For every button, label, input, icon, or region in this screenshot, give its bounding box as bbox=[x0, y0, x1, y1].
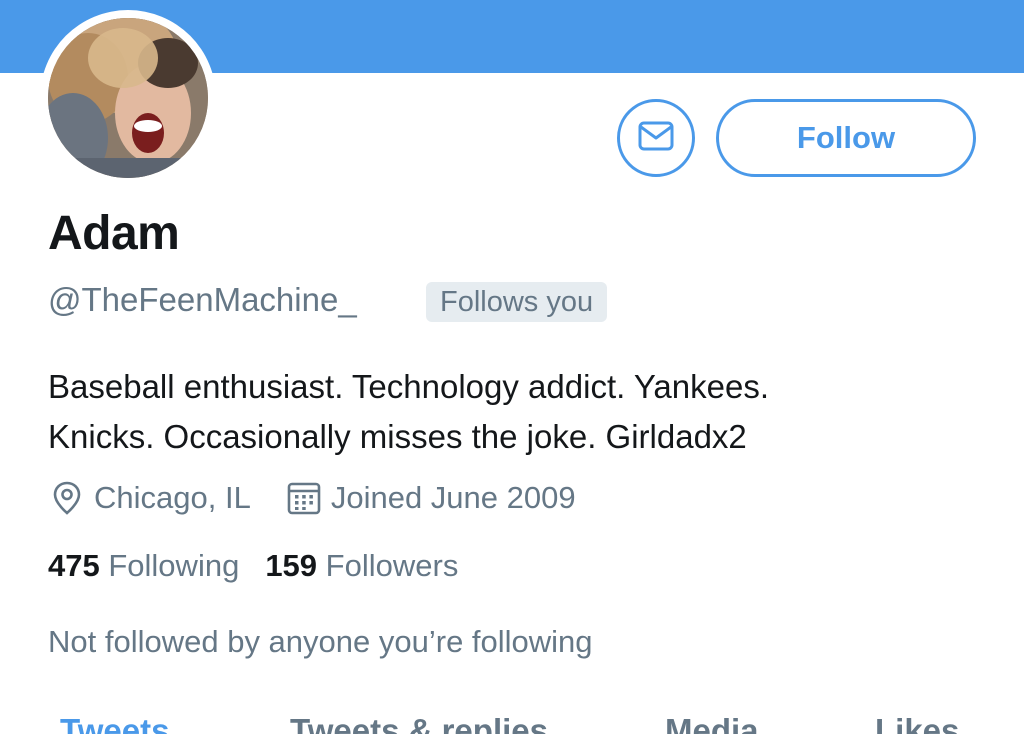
bio-line: Baseball enthusiast. Technology addict. … bbox=[48, 368, 769, 405]
profile-handle: @TheFeenMachine_ bbox=[48, 281, 357, 318]
location-text: Chicago, IL bbox=[94, 480, 251, 515]
envelope-icon bbox=[638, 121, 674, 156]
following-label: Following bbox=[108, 548, 240, 583]
tab-media[interactable]: Media bbox=[665, 712, 759, 734]
profile-bio: Baseball enthusiast. Technology addict. … bbox=[48, 362, 988, 462]
location-item: Chicago, IL bbox=[48, 479, 251, 517]
location-pin-icon bbox=[48, 479, 86, 517]
joined-item: Joined June 2009 bbox=[285, 479, 576, 517]
message-button[interactable] bbox=[617, 99, 695, 177]
followers-count: 159 bbox=[265, 548, 318, 583]
bio-line: Knicks. Occasionally misses the joke. Gi… bbox=[48, 418, 747, 455]
avatar[interactable] bbox=[40, 10, 216, 186]
followers-link[interactable]: 159 Followers bbox=[265, 548, 458, 584]
follows-you-badge: Follows you bbox=[426, 282, 608, 322]
calendar-icon bbox=[285, 479, 323, 517]
profile-name: Adam bbox=[48, 207, 180, 260]
tab-tweets[interactable]: Tweets bbox=[60, 712, 169, 734]
followers-label: Followers bbox=[325, 548, 459, 583]
tab-tweets-replies[interactable]: Tweets & replies bbox=[290, 712, 548, 734]
joined-text: Joined June 2009 bbox=[330, 480, 576, 515]
follow-counts: 475 Following 159 Followers bbox=[48, 548, 484, 584]
mutual-followers-note: Not followed by anyone you’re following bbox=[48, 624, 593, 659]
profile-tabs: Tweets Tweets & replies Media Likes bbox=[0, 702, 1024, 734]
follow-button[interactable]: Follow bbox=[716, 99, 976, 177]
profile-meta: Chicago, IL Joined June 2009 bbox=[48, 477, 610, 519]
following-count: 475 bbox=[48, 548, 100, 583]
following-link[interactable]: 475 Following bbox=[48, 548, 239, 584]
avatar-image bbox=[48, 18, 208, 178]
tab-likes[interactable]: Likes bbox=[875, 712, 959, 734]
